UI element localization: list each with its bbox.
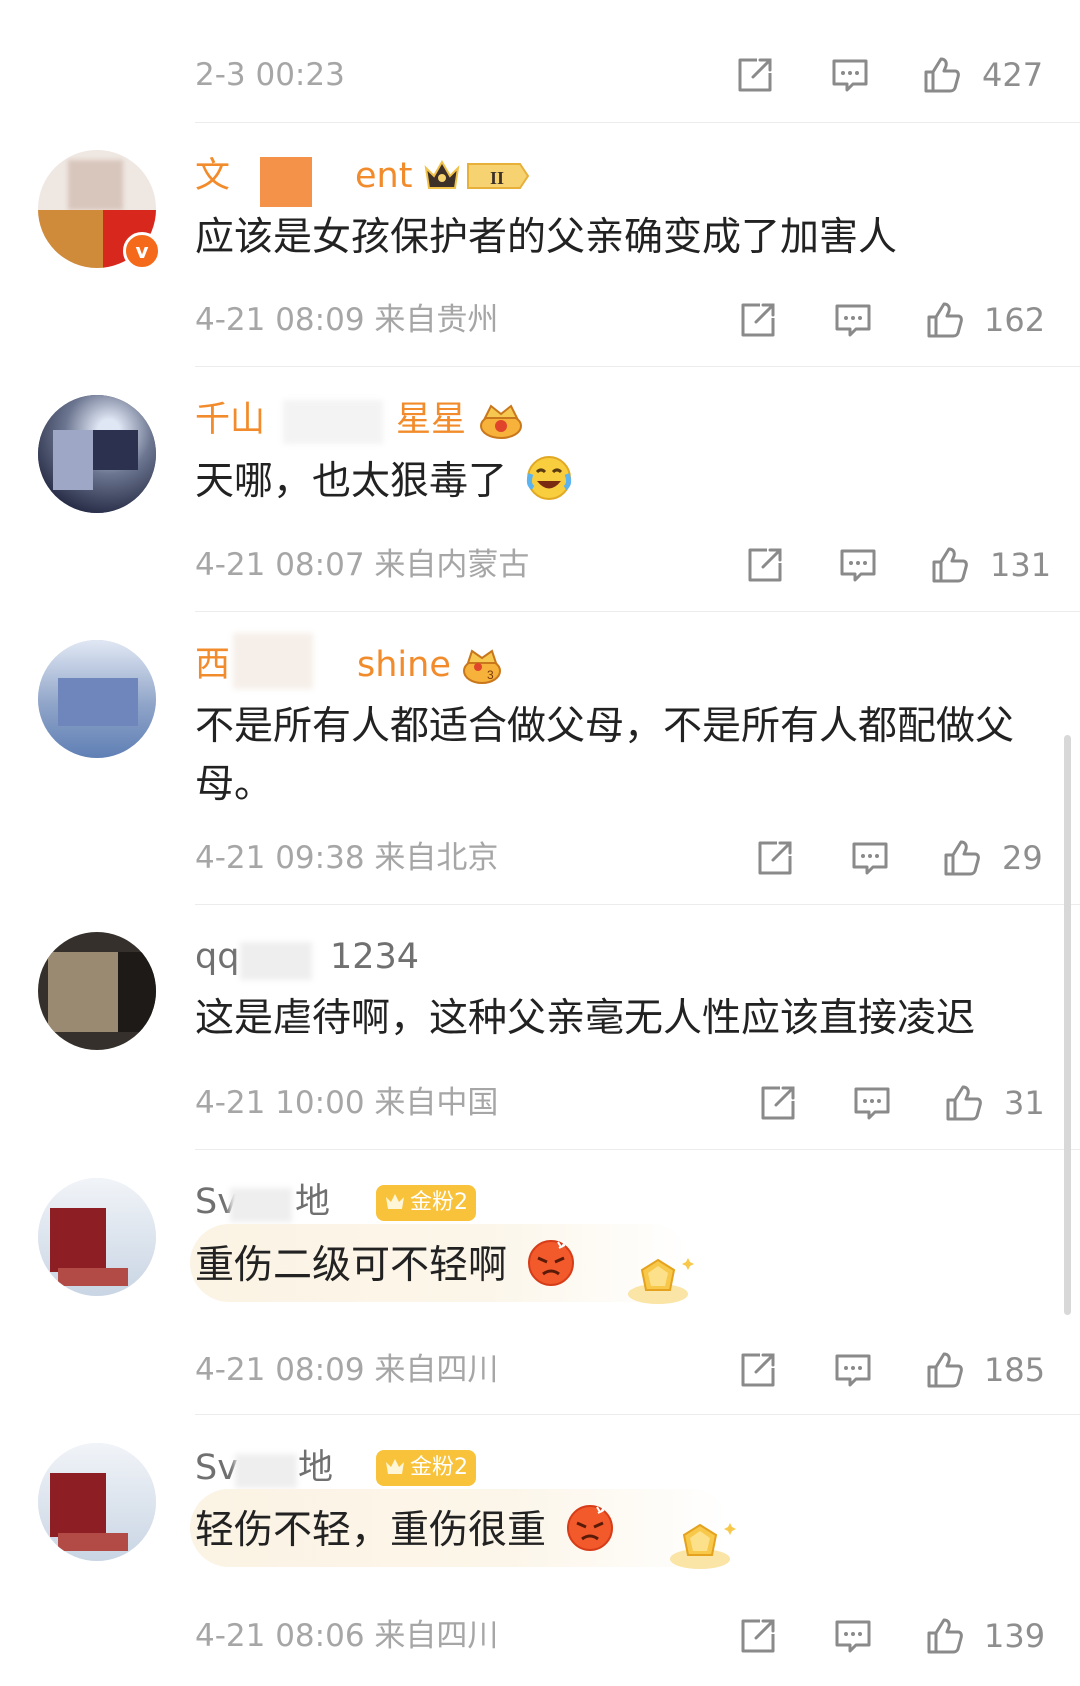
- verified-badge: v: [123, 232, 161, 270]
- comment-meta: 4-21 08:09 来自贵州 162: [0, 300, 1080, 370]
- comment-time: 2-3 00:23: [195, 57, 345, 93]
- redacted-mosaic: [283, 400, 383, 444]
- username-suffix: 1234: [330, 937, 420, 977]
- username[interactable]: 千山: [195, 398, 265, 442]
- comment-meta: 4-21 10:00 来自中国 31: [0, 1083, 1080, 1153]
- redacted-mosaic: [260, 157, 312, 207]
- username[interactable]: 文: [195, 154, 230, 198]
- username-suffix: ent: [355, 156, 413, 196]
- crown-icon: [384, 1191, 406, 1213]
- like-count: 185: [984, 1351, 1046, 1389]
- comment-icon[interactable]: [852, 1083, 892, 1123]
- username-suffix: 地: [295, 1182, 331, 1222]
- redacted-mosaic: [233, 633, 313, 689]
- share-icon[interactable]: [738, 1616, 778, 1656]
- scrollbar[interactable]: [1064, 735, 1071, 1315]
- comment-icon[interactable]: [838, 545, 878, 585]
- comment-meta: 4-21 08:06 来自四川 139: [0, 1616, 1080, 1686]
- like-count: 427: [982, 56, 1044, 94]
- avatar[interactable]: [38, 1443, 156, 1561]
- comment-time: 4-21 10:00 来自中国: [195, 1085, 499, 1121]
- comment-time: 4-21 08:07 来自内蒙古: [195, 547, 530, 583]
- redacted-mosaic: [235, 1454, 297, 1488]
- share-icon[interactable]: [738, 1350, 778, 1390]
- comment-time: 4-21 08:06 来自四川: [195, 1618, 499, 1654]
- username-suffix: 星星: [396, 400, 467, 440]
- thumbs-up-icon[interactable]: [930, 545, 970, 585]
- comment-text[interactable]: 天哪，也太狠毒了: [195, 453, 1045, 511]
- username[interactable]: Sv: [195, 1446, 238, 1490]
- redacted-mosaic: [240, 942, 312, 980]
- divider: [195, 366, 1080, 367]
- username-suffix: shine: [357, 645, 451, 685]
- comment-text[interactable]: 轻伤不轻，重伤很重: [195, 1501, 1045, 1560]
- comment-icon[interactable]: [833, 300, 873, 340]
- comment-time: 4-21 08:09 来自贵州: [195, 302, 499, 338]
- svg-text:II: II: [490, 168, 504, 188]
- gold-gem-sticker: [662, 1513, 738, 1577]
- share-icon[interactable]: [738, 300, 778, 340]
- comment-meta: 4-21 08:07 来自内蒙古 131: [0, 545, 1080, 615]
- crown-badge: [477, 400, 525, 440]
- comment-meta: 4-21 08:09 来自四川 185: [0, 1350, 1080, 1420]
- thumbs-up-icon[interactable]: [925, 1616, 965, 1656]
- thumbs-up-icon[interactable]: [925, 1350, 965, 1390]
- comment-text[interactable]: 应该是女孩保护者的父亲确变成了加害人: [195, 209, 1045, 267]
- thumbs-up-icon[interactable]: [922, 55, 962, 95]
- comment-time: 4-21 08:09 来自四川: [195, 1352, 499, 1388]
- redacted-mosaic: [230, 1188, 292, 1222]
- thumbs-up-icon[interactable]: [925, 300, 965, 340]
- like-count: 162: [984, 301, 1046, 339]
- like-count: 139: [984, 1617, 1046, 1655]
- fan-level-badge: 金粉2: [376, 1185, 476, 1221]
- comment-meta: 4-21 09:38 来自北京 29: [0, 838, 1080, 908]
- username-suffix: 地: [298, 1448, 334, 1488]
- comment-text[interactable]: 不是所有人都适合做父母，不是所有人都配做父母。: [195, 698, 1047, 814]
- divider: [195, 611, 1080, 612]
- comment-icon[interactable]: [833, 1616, 873, 1656]
- divider: [195, 1414, 1080, 1415]
- comment-icon[interactable]: [830, 55, 870, 95]
- avatar[interactable]: [38, 932, 156, 1050]
- crown-badge: 3: [460, 645, 504, 685]
- vip-crown-badge: II: [424, 156, 530, 196]
- avatar[interactable]: [38, 395, 156, 513]
- angry-emoji: [564, 1501, 616, 1553]
- divider: [195, 1149, 1080, 1150]
- comment-icon[interactable]: [833, 1350, 873, 1390]
- like-count: 131: [990, 546, 1052, 584]
- fan-level-badge: 金粉2: [376, 1450, 476, 1486]
- divider: [195, 122, 1080, 123]
- share-icon[interactable]: [758, 1083, 798, 1123]
- share-icon[interactable]: [735, 55, 775, 95]
- share-icon[interactable]: [755, 838, 795, 878]
- crown-icon: [384, 1456, 406, 1478]
- avatar[interactable]: [38, 1178, 156, 1296]
- gold-gem-sticker: [620, 1248, 696, 1312]
- like-count: 31: [1004, 1084, 1045, 1122]
- comment-time: 4-21 09:38 来自北京: [195, 840, 499, 876]
- username[interactable]: qq: [195, 935, 239, 979]
- comment-icon[interactable]: [850, 838, 890, 878]
- thumbs-up-icon[interactable]: [944, 1083, 984, 1123]
- laugh-cry-emoji: [525, 454, 573, 502]
- angry-emoji: [525, 1236, 577, 1288]
- thumbs-up-icon[interactable]: [942, 838, 982, 878]
- divider: [195, 904, 1080, 905]
- like-count: 29: [1002, 839, 1043, 877]
- comment-text[interactable]: 这是虐待啊，这种父亲毫无人性应该直接凌迟: [195, 990, 1045, 1048]
- username[interactable]: 西: [195, 643, 230, 687]
- svg-text:3: 3: [487, 668, 494, 682]
- avatar[interactable]: [38, 640, 156, 758]
- comment-0-meta: 2-3 00:23 427: [0, 55, 1080, 125]
- share-icon[interactable]: [745, 545, 785, 585]
